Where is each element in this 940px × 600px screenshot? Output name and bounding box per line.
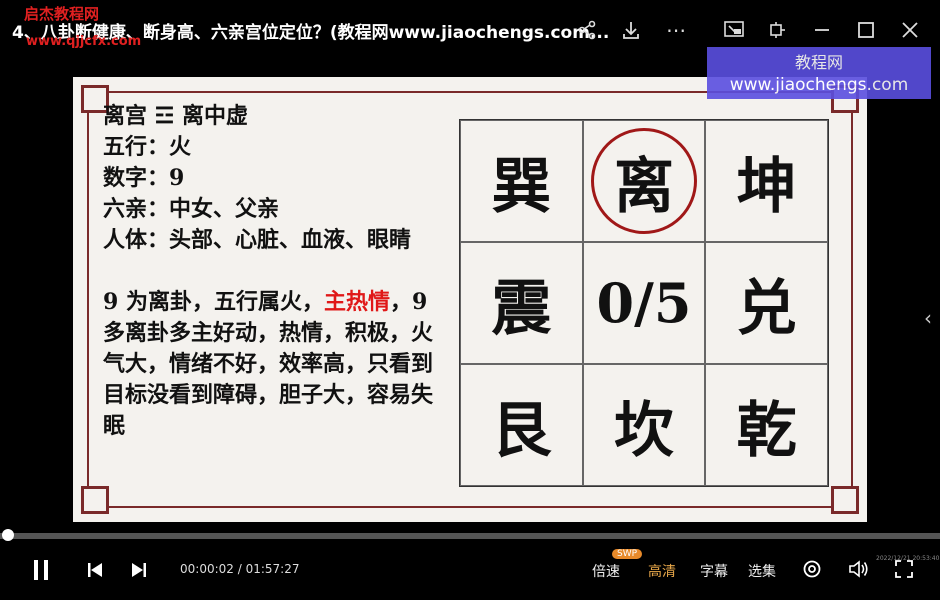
previous-icon[interactable] — [84, 559, 106, 581]
subtitles-button[interactable]: 字幕 — [700, 561, 728, 581]
share-icon[interactable] — [573, 16, 601, 44]
trigram-heading: 离宫 ☲ 离中虚 — [103, 103, 249, 129]
desc-start: 9 为离卦，五行属火， — [103, 289, 324, 315]
grid-cell-gen: 艮 — [460, 364, 583, 486]
grid-cell-li: 离 — [582, 120, 706, 242]
watermark-logo: 启杰教程网 — [24, 5, 100, 23]
highlight-circle — [590, 128, 697, 234]
pip-icon[interactable] — [720, 16, 748, 44]
volume-icon[interactable] — [847, 557, 871, 581]
bagua-grid: 巽 离 坤 震 0/5 兑 艮 坎 乾 — [459, 119, 829, 487]
progress-handle[interactable] — [2, 529, 14, 541]
progress-bar[interactable] — [0, 533, 940, 539]
description-paragraph: 9 为离卦，五行属火，主热情，9 多离卦多主好动，热情，积极，火气大，情绪不好，… — [103, 287, 453, 442]
corner-ornament — [831, 486, 859, 514]
quality-button[interactable]: 高清 — [648, 561, 676, 581]
side-panel-toggle-icon[interactable]: ‹ — [924, 306, 932, 330]
more-icon[interactable]: ⋯ — [662, 16, 690, 44]
time-separator: / — [233, 562, 246, 576]
swp-badge: SWP — [612, 549, 643, 559]
maximize-icon[interactable] — [852, 16, 880, 44]
grid-cell-dui: 兑 — [705, 242, 828, 364]
watermark-url: www.qjjcfx.com — [26, 34, 142, 49]
minimize-icon[interactable] — [808, 16, 836, 44]
next-icon[interactable] — [128, 559, 150, 581]
grid-cell-kun: 坤 — [705, 120, 828, 242]
total-time: 01:57:27 — [245, 562, 300, 576]
grid-cell-zhen: 震 — [460, 242, 583, 364]
close-icon[interactable] — [896, 16, 924, 44]
pin-icon[interactable] — [763, 16, 791, 44]
speed-button[interactable]: 倍速 — [592, 561, 620, 581]
pause-icon[interactable] — [28, 557, 54, 583]
number-line: 数字：9 — [103, 165, 185, 191]
settings-icon[interactable] — [800, 557, 824, 581]
relatives-line: 六亲：中女、父亲 — [103, 196, 280, 222]
episodes-button[interactable]: 选集 — [748, 561, 776, 581]
player-controls: 00:00:02 / 01:57:27 SWP 倍速 高清 字幕 选集 2022… — [0, 545, 940, 600]
time-display: 00:00:02 / 01:57:27 — [180, 562, 299, 576]
body-line: 人体：头部、心脏、血液、眼睛 — [103, 227, 412, 253]
watermark-line2: www.jiaochengs.com — [729, 75, 909, 95]
slide-text: 离宫 ☲ 离中虚 五行：火 数字：9 六亲：中女、父亲 人体：头部、心脏、血液、… — [103, 101, 453, 442]
watermark-overlay: 教程网 www.jiaochengs.com — [707, 47, 931, 99]
current-time: 00:00:02 — [180, 562, 234, 576]
desc-highlight: 主热情 — [323, 289, 390, 315]
download-icon[interactable] — [617, 16, 645, 44]
fullscreen-icon[interactable] — [892, 557, 916, 581]
element-line: 五行：火 — [103, 134, 192, 160]
watermark-line1: 教程网 — [794, 53, 843, 72]
video-frame[interactable]: 离宫 ☲ 离中虚 五行：火 数字：9 六亲：中女、父亲 人体：头部、心脏、血液、… — [73, 77, 867, 522]
grid-cell-qian: 乾 — [705, 364, 828, 486]
grid-cell-xun: 巽 — [460, 120, 583, 242]
corner-ornament — [81, 486, 109, 514]
grid-cell-kan: 坎 — [582, 364, 706, 486]
grid-cell-center: 0/5 — [582, 242, 706, 364]
